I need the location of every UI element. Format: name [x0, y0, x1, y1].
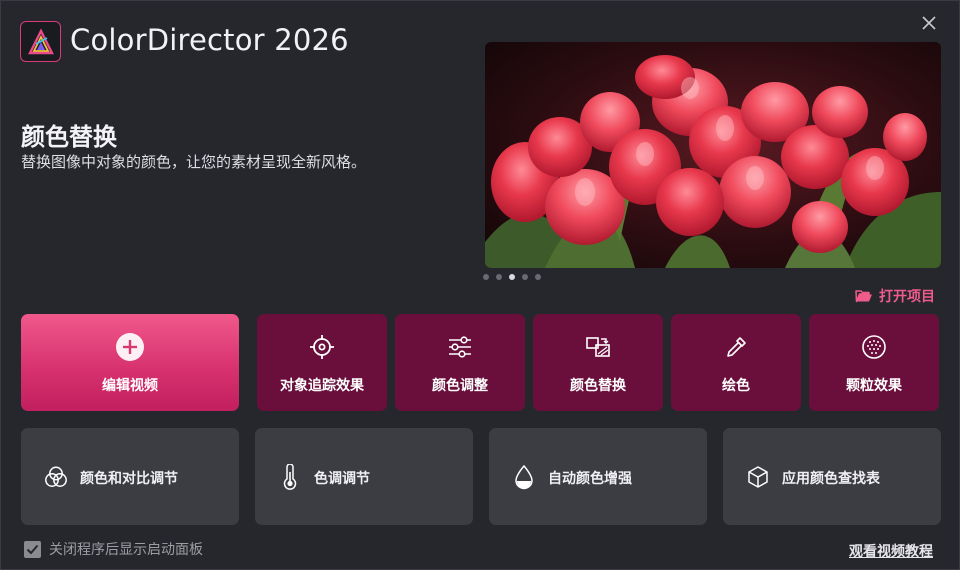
colorize-tile[interactable]: 绘色: [671, 314, 801, 411]
tile-label: 颜色替换: [570, 378, 626, 394]
apply-lut-tile[interactable]: 应用颜色查找表: [723, 428, 941, 525]
app-title: ColorDirector 2026: [70, 23, 349, 57]
color-adjust-tile[interactable]: 颜色调整: [395, 314, 525, 411]
carousel-dot[interactable]: [535, 274, 541, 280]
colordirector-logo-icon: [27, 27, 54, 54]
carousel-dot[interactable]: [522, 274, 528, 280]
feature-heading: 颜色替换: [21, 123, 117, 151]
app-logo: [20, 21, 61, 62]
tile-label: 绘色: [722, 378, 750, 394]
thermometer-icon: [277, 463, 303, 491]
watch-tutorial-link[interactable]: 观看视频教程: [849, 541, 933, 561]
close-icon: [922, 16, 936, 30]
carousel-dot[interactable]: [483, 274, 489, 280]
tile-label: 自动颜色增强: [548, 471, 632, 487]
plus-circle-icon: [115, 333, 145, 361]
carousel-dot-active[interactable]: [509, 274, 515, 280]
feature-description: 替换图像中对象的颜色，让您的素材呈现全新风格。: [21, 153, 367, 171]
sliders-icon: [447, 333, 473, 361]
hero-preview-image: [485, 42, 941, 268]
check-icon: [26, 544, 39, 554]
tile-label: 色调调节: [314, 471, 370, 487]
edit-video-tile[interactable]: 编辑视频: [21, 314, 239, 411]
tile-label: 应用颜色查找表: [782, 471, 880, 487]
cube-icon: [745, 463, 771, 491]
tile-label: 颜色和对比调节: [80, 471, 178, 487]
film-grain-tile[interactable]: 颗粒效果: [809, 314, 939, 411]
checkbox-box[interactable]: [24, 540, 41, 558]
folder-open-icon: [855, 290, 872, 303]
color-circles-icon: [43, 463, 69, 491]
crosshair-icon: [309, 333, 335, 361]
color-contrast-tile[interactable]: 颜色和对比调节: [21, 428, 239, 525]
carousel-dot[interactable]: [496, 274, 502, 280]
launcher-window: ColorDirector 2026 颜色替换 替换图像中对象的颜色，让您的素材…: [0, 0, 960, 570]
tile-label: 颜色调整: [432, 378, 488, 394]
close-button[interactable]: [915, 11, 943, 35]
open-project-button[interactable]: 打开项目: [855, 286, 935, 306]
color-swap-icon: [585, 333, 611, 361]
show-on-close-label: 关闭程序后显示启动面板: [49, 542, 203, 558]
tile-label: 对象追踪效果: [280, 378, 364, 394]
open-project-label: 打开项目: [879, 289, 935, 305]
tone-adjust-tile[interactable]: 色调调节: [255, 428, 473, 525]
tulip-photo: [485, 42, 941, 268]
grain-icon: [861, 333, 887, 361]
auto-color-enhance-tile[interactable]: 自动颜色增强: [489, 428, 707, 525]
carousel-dots: [483, 274, 541, 280]
tile-label: 编辑视频: [102, 378, 158, 394]
tile-label: 颗粒效果: [846, 378, 902, 394]
droplet-icon: [511, 463, 537, 491]
show-on-close-checkbox[interactable]: 关闭程序后显示启动面板: [24, 539, 203, 559]
object-tracking-tile[interactable]: 对象追踪效果: [257, 314, 387, 411]
eyedropper-icon: [723, 333, 749, 361]
color-replace-tile[interactable]: 颜色替换: [533, 314, 663, 411]
